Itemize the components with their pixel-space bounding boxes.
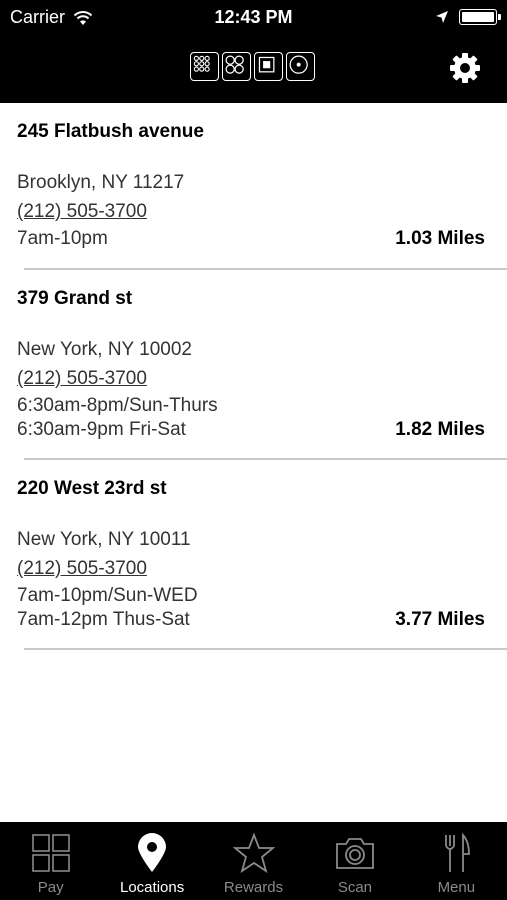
map-pin-icon [138, 833, 167, 872]
star-icon [232, 832, 275, 874]
location-arrow-icon [436, 11, 448, 23]
tab-locations[interactable]: Locations [101, 822, 202, 900]
logo-circles [222, 52, 251, 81]
location-hours: 6:30am-8pm/Sun-Thurs [17, 395, 218, 416]
location-hours: 6:30am-9pm Fri-Sat [17, 419, 186, 440]
location-city: New York, NY 10011 [17, 529, 191, 550]
grid-icon [31, 834, 70, 872]
logo-dot [286, 52, 315, 81]
nav-bar [0, 36, 507, 103]
hours-row: 7am-10pm/Sun-WED [17, 584, 485, 608]
tab-label: Locations [120, 879, 185, 896]
location-name: 379 Grand st [17, 288, 133, 309]
gear-icon[interactable] [447, 50, 483, 86]
hours-row: 7am-12pm Thus-Sat 3.77 Miles [17, 608, 485, 632]
tab-menu[interactable]: Menu [406, 822, 507, 900]
location-phone-link[interactable]: (212) 505-3700 [17, 197, 147, 227]
location-city: Brooklyn, NY 11217 [17, 172, 185, 193]
location-phone-link[interactable]: (212) 505-3700 [17, 554, 147, 584]
status-right [435, 9, 501, 25]
brand-logo [190, 52, 315, 81]
location-hours: 7am-10pm [17, 228, 108, 249]
hours-row: 6:30am-9pm Fri-Sat 1.82 Miles [17, 418, 485, 442]
location-name: 245 Flatbush avenue [17, 121, 204, 142]
status-time: 12:43 PM [214, 7, 293, 27]
status-bar: Carrier 12:43 PM [0, 0, 507, 36]
tab-label: Menu [437, 879, 476, 896]
tab-label: Pay [37, 879, 64, 896]
camera-icon [336, 838, 374, 869]
tab-label: Rewards [223, 879, 284, 896]
logo-square [254, 52, 283, 81]
location-distance: 1.82 Miles [395, 419, 485, 440]
location-item[interactable]: 379 Grand st New York, NY 10002 (212) 50… [0, 270, 507, 458]
tab-pay[interactable]: Pay [0, 822, 101, 900]
fork-knife-icon [445, 832, 471, 872]
location-city: New York, NY 10002 [17, 339, 192, 360]
logo-dots-grid [190, 52, 219, 81]
battery-fill [462, 12, 494, 22]
location-hours: 7am-10pm/Sun-WED [17, 585, 198, 606]
tab-scan[interactable]: Scan [304, 822, 405, 900]
location-hours: 7am-12pm Thus-Sat [17, 609, 190, 630]
location-phone-link[interactable]: (212) 505-3700 [17, 364, 147, 394]
battery-icon [459, 9, 501, 25]
tab-rewards[interactable]: Rewards [203, 822, 304, 900]
hours-row: 6:30am-8pm/Sun-Thurs [17, 394, 485, 418]
location-distance: 1.03 Miles [395, 228, 485, 249]
tab-label: Scan [337, 879, 373, 896]
tab-bar: Pay Locations Rewards Scan Menu [0, 822, 507, 900]
location-name: 220 West 23rd st [17, 478, 167, 499]
location-item[interactable]: 245 Flatbush avenue Brooklyn, NY 11217 (… [0, 103, 507, 268]
divider [24, 648, 507, 650]
hours-row: 7am-10pm 1.03 Miles [17, 227, 485, 251]
location-item[interactable]: 220 West 23rd st New York, NY 10011 (212… [0, 460, 507, 648]
locations-list: 245 Flatbush avenue Brooklyn, NY 11217 (… [0, 103, 507, 650]
location-distance: 3.77 Miles [395, 609, 485, 630]
